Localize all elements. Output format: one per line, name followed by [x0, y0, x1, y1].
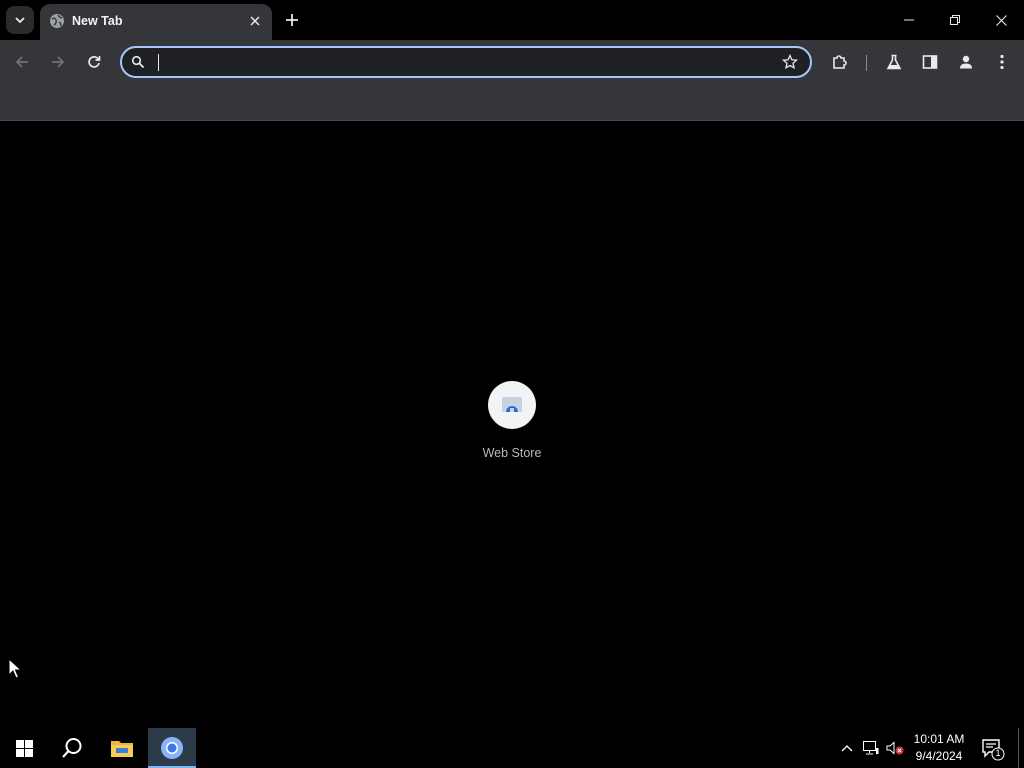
network-button[interactable]	[862, 738, 880, 758]
minimize-icon	[904, 19, 914, 21]
shortcut-tile	[488, 381, 536, 429]
close-icon	[250, 16, 260, 26]
side-panel-button[interactable]	[916, 48, 944, 76]
restore-icon	[950, 15, 960, 25]
volume-button[interactable]	[886, 738, 904, 758]
close-tab-button[interactable]	[246, 12, 264, 30]
new-tab-page: Web Store	[0, 121, 1024, 728]
restore-button[interactable]	[932, 0, 978, 40]
forward-button[interactable]	[44, 48, 72, 76]
tab-strip: New Tab	[0, 0, 1024, 40]
notification-count: 1	[995, 748, 1001, 758]
clock-time: 10:01 AM	[913, 732, 965, 746]
file-explorer-button[interactable]	[98, 728, 146, 768]
back-arrow-icon	[15, 56, 28, 68]
address-bar[interactable]	[120, 46, 812, 78]
back-button[interactable]	[8, 48, 36, 76]
tab-new-tab[interactable]: New Tab	[40, 4, 272, 40]
flask-icon	[886, 54, 902, 70]
tab-title: New Tab	[72, 14, 123, 28]
shortcut-label: Web Store	[482, 446, 542, 460]
show-hidden-icons-button[interactable]	[838, 738, 856, 758]
clock-date: 9/4/2024	[915, 749, 963, 763]
puzzle-icon	[833, 55, 847, 69]
action-center-button[interactable]: 1	[980, 736, 1006, 762]
notification-icon	[982, 739, 1005, 761]
search-button[interactable]	[48, 728, 96, 768]
reload-button[interactable]	[80, 48, 108, 76]
extensions-button[interactable]	[826, 48, 854, 76]
volume-muted-icon	[886, 741, 904, 755]
labs-button[interactable]	[880, 48, 908, 76]
more-vert-icon	[1000, 54, 1004, 70]
start-button[interactable]	[0, 728, 48, 768]
system-clock[interactable]: 10:01 AM 9/4/2024	[906, 731, 972, 765]
profile-button[interactable]	[952, 48, 980, 76]
search-icon	[131, 55, 145, 69]
new-tab-button[interactable]	[280, 8, 304, 32]
person-icon	[960, 55, 972, 69]
globe-icon	[50, 14, 64, 28]
address-input[interactable]	[156, 52, 760, 74]
minimize-button[interactable]	[886, 0, 932, 40]
side-panel-icon	[922, 55, 938, 69]
toolbar-divider	[866, 55, 867, 71]
chevron-down-icon	[15, 17, 25, 24]
close-window-button[interactable]	[978, 0, 1024, 40]
web-store-icon	[502, 397, 522, 412]
windows-logo-icon	[15, 739, 33, 757]
taskbar: 10:01 AM 9/4/2024 1	[0, 728, 1024, 768]
close-icon	[995, 14, 1007, 26]
plus-icon	[286, 14, 298, 26]
chrome-taskbar-button[interactable]	[148, 728, 196, 768]
chevron-up-icon	[841, 745, 853, 752]
mouse-cursor-icon	[8, 658, 22, 679]
menu-button[interactable]	[988, 48, 1016, 76]
forward-arrow-icon	[52, 56, 65, 68]
shortcut-web-store[interactable]: Web Store	[472, 381, 552, 471]
folder-icon	[111, 741, 133, 757]
browser-toolbar	[0, 40, 1024, 121]
network-icon	[863, 741, 879, 755]
chromium-icon	[161, 737, 183, 759]
text-caret	[158, 54, 159, 71]
search-icon	[62, 738, 82, 758]
star-icon	[782, 54, 798, 70]
reload-icon	[88, 56, 101, 68]
show-desktop-button[interactable]	[1018, 728, 1019, 768]
bookmark-button[interactable]	[780, 52, 800, 72]
tab-search-button[interactable]	[6, 6, 34, 34]
